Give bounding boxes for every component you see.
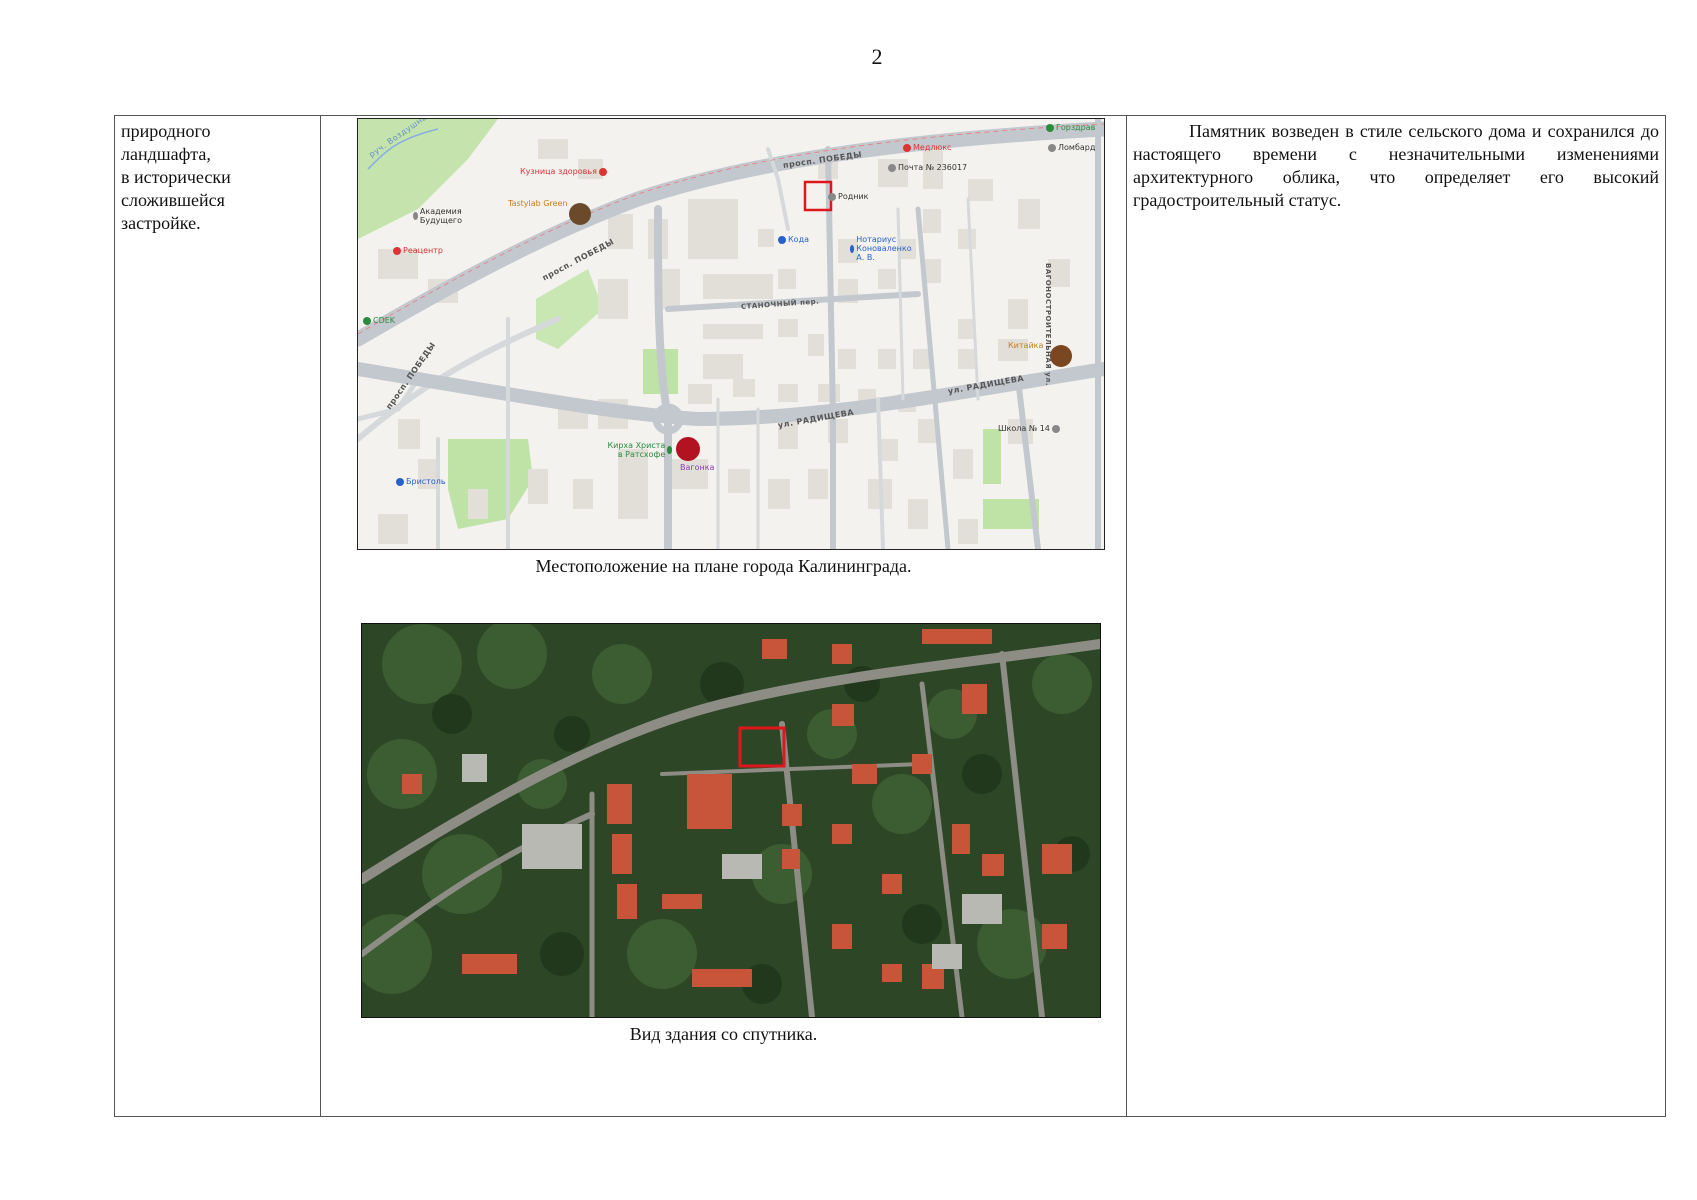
poi-notarius: Нотариус Коноваленко А. В. xyxy=(850,235,920,262)
left-column-cell: природного ландшафта, в исторически слож… xyxy=(114,115,321,1117)
description-text: Памятник возведен в стиле сельского дома… xyxy=(1133,121,1659,210)
map-caption: Местоположение на плане города Калинингр… xyxy=(535,556,912,576)
poi-akademia: Академия Будущего xyxy=(413,207,473,225)
poi-lombard: Ломбард xyxy=(1048,143,1095,152)
poi-shkola: Школа № 14 xyxy=(998,424,1060,433)
poi-medlux: Медлюкс xyxy=(903,143,951,152)
street-label: ВАГОНОСТРОИТЕЛЬНАЯ ул. xyxy=(1044,263,1052,386)
poi-kirha: Кирха Христа в Ратсхофе xyxy=(602,441,672,459)
left-line: ландшафта, xyxy=(121,144,211,164)
poi-vagonka: Вагонка xyxy=(680,463,715,472)
poi-bristol: Бристоль xyxy=(396,477,446,486)
poi-reacentr: Реацентр xyxy=(393,246,443,255)
satellite-caption: Вид здания со спутника. xyxy=(629,1024,818,1044)
poi-koda: Кода xyxy=(778,235,809,244)
poi-gorzdrav: Горздрав xyxy=(1046,123,1095,132)
media-column-cell: просп. ПОБЕДЫ просп. ПОБЕДЫ просп. ПОБЕД… xyxy=(320,115,1127,1117)
left-text: природного ландшафта, в исторически слож… xyxy=(115,116,320,239)
poi-tastylab: Tastylab Green xyxy=(508,199,568,208)
city-map: просп. ПОБЕДЫ просп. ПОБЕДЫ просп. ПОБЕД… xyxy=(357,118,1105,550)
document-table: природного ландшафта, в исторически слож… xyxy=(114,115,1666,1117)
city-map-graphic xyxy=(358,119,1104,549)
poi-kuznitsa: Кузница здоровья xyxy=(520,167,607,176)
left-line: в исторически xyxy=(121,167,231,187)
left-line: застройке. xyxy=(121,213,201,233)
satellite-graphic xyxy=(362,624,1100,1017)
poi-cdek: CDEK xyxy=(363,316,395,325)
satellite-image xyxy=(361,623,1101,1018)
poi-kitaika: Китайка xyxy=(1008,341,1044,350)
left-line: сложившейся xyxy=(121,190,225,210)
left-line: природного xyxy=(121,121,211,141)
poi-pochta: Почта № 236017 xyxy=(888,163,967,172)
description-column-cell: Памятник возведен в стиле сельского дома… xyxy=(1126,115,1666,1117)
page-number: 2 xyxy=(871,44,883,69)
poi-rodnik: Родник xyxy=(828,192,869,201)
